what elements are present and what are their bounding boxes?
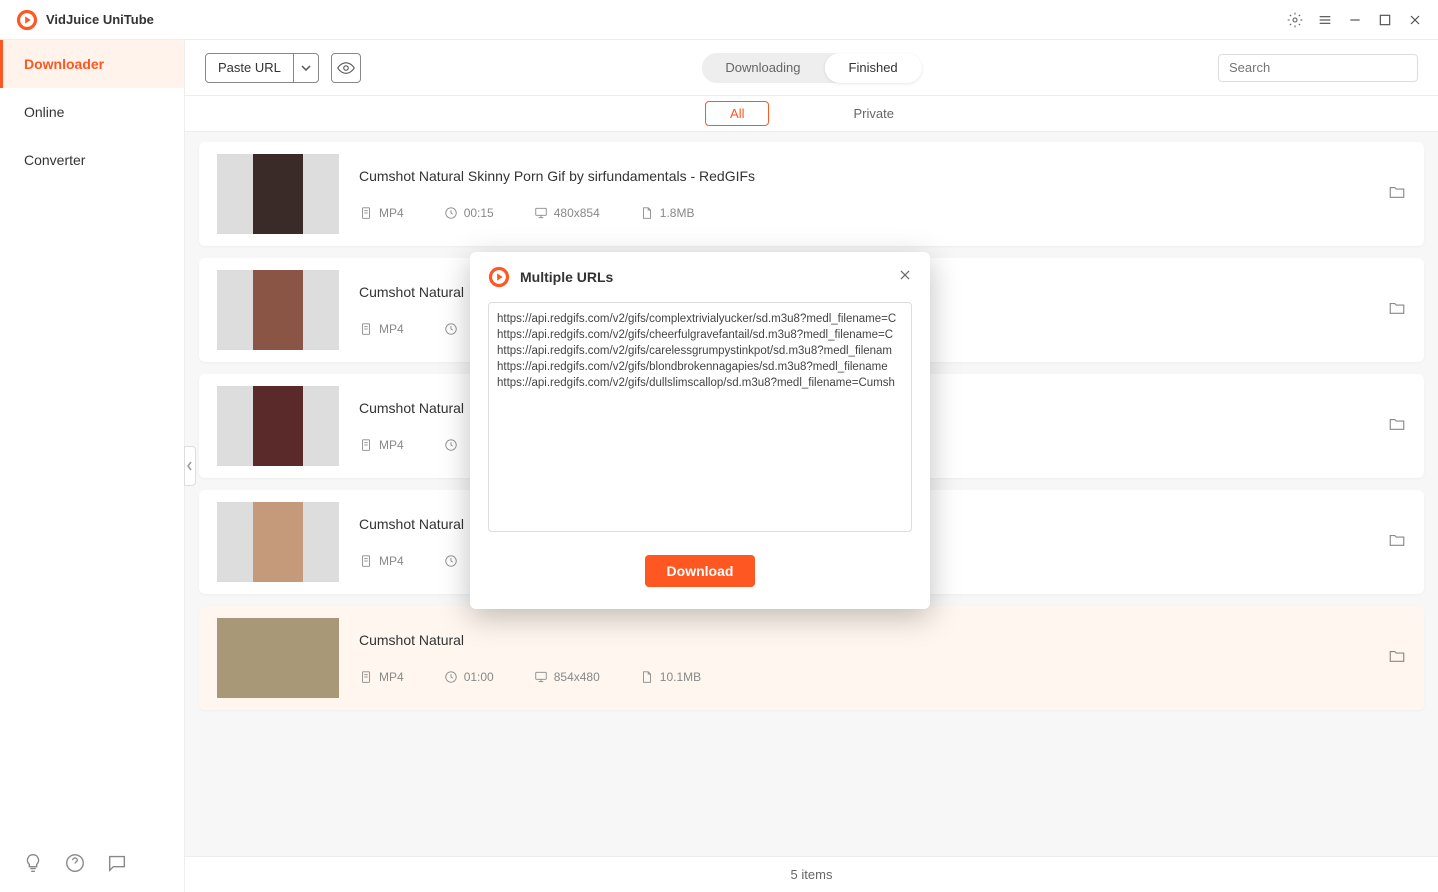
modal-close-icon[interactable] — [898, 268, 912, 287]
item-title: Cumshot Natural Skinny Porn Gif by sirfu… — [359, 168, 1368, 184]
segment-finished[interactable]: Finished — [825, 53, 922, 83]
list-item[interactable]: Cumshot Natural MP4 01:00 854x480 10.1MB — [199, 606, 1424, 710]
sidebar-collapse-handle[interactable] — [184, 446, 196, 486]
urls-textarea[interactable] — [488, 302, 912, 532]
meta-duration: 01:00 — [444, 670, 494, 684]
sidebar-item-downloader[interactable]: Downloader — [0, 40, 184, 88]
sidebar-item-online[interactable]: Online — [0, 88, 184, 136]
app-title: VidJuice UniTube — [46, 12, 154, 27]
thumbnail — [217, 502, 339, 582]
thumbnail — [217, 386, 339, 466]
status-segmented: Downloading Finished — [701, 53, 921, 83]
item-meta: MP4 01:00 854x480 10.1MB — [359, 670, 1368, 684]
meta-resolution: 480x854 — [534, 206, 600, 220]
item-title: Cumshot Natural — [359, 632, 1368, 648]
chevron-down-icon[interactable] — [294, 65, 318, 71]
list-item[interactable]: Cumshot Natural Skinny Porn Gif by sirfu… — [199, 142, 1424, 246]
meta-format: MP4 — [359, 554, 404, 568]
close-icon[interactable] — [1400, 5, 1430, 35]
open-folder-icon[interactable] — [1388, 299, 1406, 322]
modal-title: Multiple URLs — [520, 269, 613, 285]
feedback-icon[interactable] — [106, 852, 128, 874]
meta-resolution: 854x480 — [534, 670, 600, 684]
paste-url-label: Paste URL — [206, 54, 294, 82]
minimize-icon[interactable] — [1340, 5, 1370, 35]
menu-icon[interactable] — [1310, 5, 1340, 35]
paste-url-button[interactable]: Paste URL — [205, 53, 319, 83]
open-folder-icon[interactable] — [1388, 647, 1406, 670]
app-logo — [16, 9, 38, 31]
filter-tab-private[interactable]: Private — [829, 102, 917, 125]
meta-format: MP4 — [359, 438, 404, 452]
preview-button[interactable] — [331, 53, 361, 83]
titlebar: VidJuice UniTube — [0, 0, 1438, 40]
sidebar-bottom — [0, 834, 184, 892]
meta-format: MP4 — [359, 670, 404, 684]
download-button[interactable]: Download — [645, 555, 756, 587]
sidebar: Downloader Online Converter — [0, 40, 185, 892]
maximize-icon[interactable] — [1370, 5, 1400, 35]
meta-duration — [444, 554, 458, 568]
open-folder-icon[interactable] — [1388, 415, 1406, 438]
thumbnail — [217, 270, 339, 350]
open-folder-icon[interactable] — [1388, 183, 1406, 206]
meta-size: 1.8MB — [640, 206, 695, 220]
thumbnail — [217, 618, 339, 698]
toolbar: Paste URL Downloading Finished — [185, 40, 1438, 96]
sidebar-item-converter[interactable]: Converter — [0, 136, 184, 184]
settings-icon[interactable] — [1280, 5, 1310, 35]
meta-format: MP4 — [359, 206, 404, 220]
open-folder-icon[interactable] — [1388, 531, 1406, 554]
filter-tabs: All Private — [185, 96, 1438, 132]
meta-duration — [444, 322, 458, 336]
item-body: Cumshot Natural Skinny Porn Gif by sirfu… — [359, 168, 1368, 220]
modal-logo — [488, 266, 510, 288]
meta-duration — [444, 438, 458, 452]
help-icon[interactable] — [64, 852, 86, 874]
meta-format: MP4 — [359, 322, 404, 336]
meta-size: 10.1MB — [640, 670, 701, 684]
item-meta: MP4 00:15 480x854 1.8MB — [359, 206, 1368, 220]
multiple-urls-modal: Multiple URLs Download — [470, 252, 930, 609]
status-bar: 5 items — [185, 856, 1438, 892]
modal-header: Multiple URLs — [470, 252, 930, 302]
thumbnail — [217, 154, 339, 234]
item-body: Cumshot Natural MP4 01:00 854x480 10.1MB — [359, 632, 1368, 684]
filter-tab-all[interactable]: All — [705, 101, 769, 126]
meta-duration: 00:15 — [444, 206, 494, 220]
segment-downloading[interactable]: Downloading — [701, 53, 824, 83]
search-input[interactable] — [1218, 54, 1418, 82]
lightbulb-icon[interactable] — [22, 852, 44, 874]
item-count: 5 items — [791, 867, 833, 882]
